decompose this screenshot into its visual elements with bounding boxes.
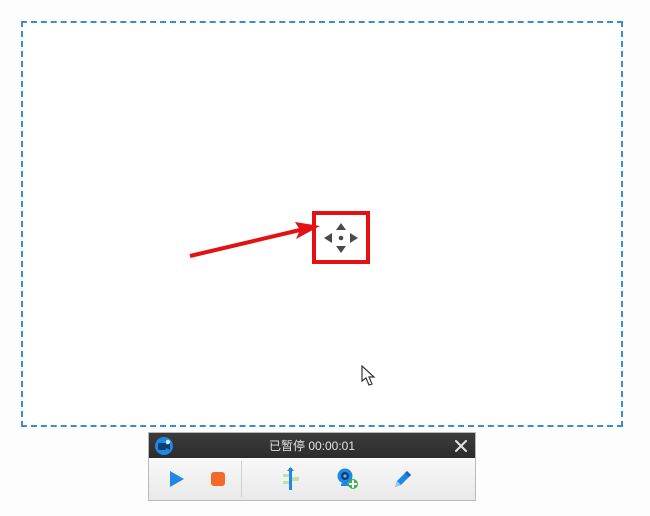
webcam-add-icon xyxy=(335,468,359,490)
webcam-add-button[interactable] xyxy=(326,459,368,499)
trim-button[interactable] xyxy=(270,459,312,499)
camera-icon xyxy=(152,434,176,458)
status-text: 已暂停 00:00:01 xyxy=(269,437,355,454)
toolbar-body xyxy=(149,458,475,500)
cursor-icon xyxy=(361,365,379,387)
pencil-icon xyxy=(392,468,414,490)
close-button[interactable] xyxy=(447,433,475,458)
trim-icon xyxy=(280,467,302,491)
recording-area[interactable] xyxy=(22,22,622,426)
recorder-toolbar: 已暂停 00:00:01 xyxy=(148,432,476,501)
play-button[interactable] xyxy=(155,459,197,499)
status-time: 00:00:01 xyxy=(308,439,355,453)
play-icon xyxy=(166,469,186,489)
status-label: 已暂停 xyxy=(269,439,305,453)
stop-icon xyxy=(208,469,228,489)
divider xyxy=(241,461,242,497)
move-handle-icon[interactable] xyxy=(324,223,358,253)
annotate-button[interactable] xyxy=(382,459,424,499)
move-handle-highlight xyxy=(312,211,370,264)
close-icon xyxy=(455,440,467,452)
arrow-annotation-icon xyxy=(187,219,322,259)
stop-button[interactable] xyxy=(197,459,239,499)
toolbar-header[interactable]: 已暂停 00:00:01 xyxy=(149,433,475,458)
